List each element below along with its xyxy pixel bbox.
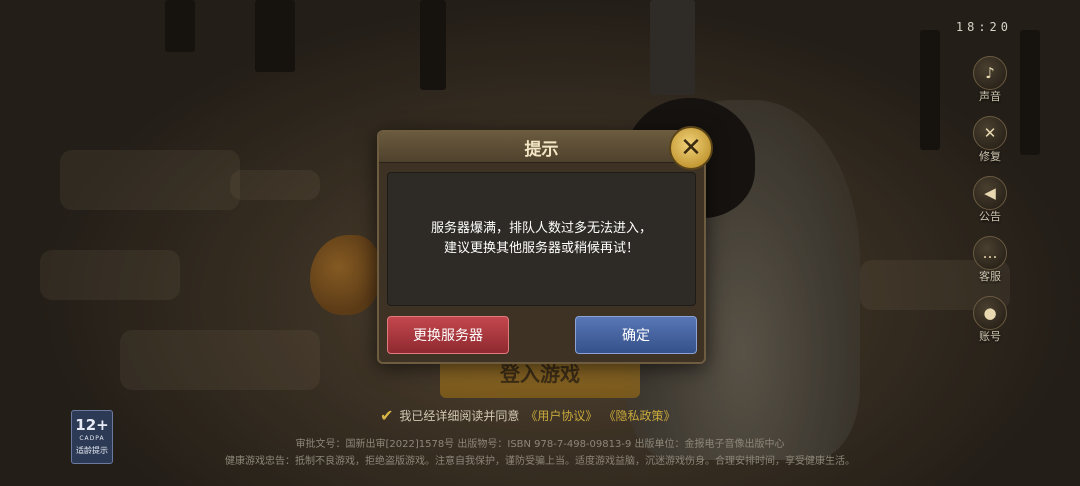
clock: 18:20 xyxy=(955,20,1012,34)
sidebar-item-label: 声音 xyxy=(979,90,1001,103)
close-icon[interactable]: ✕ xyxy=(669,126,713,170)
dialog-title: 提示 xyxy=(379,132,704,163)
user-agreement-link[interactable]: 《用户协议》 xyxy=(525,407,597,424)
agreement-checkbox[interactable]: ✔ xyxy=(380,406,393,425)
sidebar-item-label: 修复 xyxy=(979,150,1001,163)
chat-bubble-icon: … xyxy=(973,236,1007,270)
sidebar-item-repair[interactable]: ✕ 修复 xyxy=(972,116,1008,164)
sidebar-item-notice[interactable]: ◀ 公告 xyxy=(972,176,1008,224)
notice-dialog: 提示 ✕ 服务器爆满，排队人数过多无法进入， 建议更换其他服务器或稍候再试！ 更… xyxy=(377,126,713,364)
wrench-icon: ✕ xyxy=(973,116,1007,150)
age-rating-value: 12+ xyxy=(75,416,109,434)
agreement-row: ✔ 我已经详细阅读并同意 《用户协议》 《隐私政策》 xyxy=(380,406,675,425)
publication-info: 审批文号：国新出审[2022]1578号 出版物号：ISBN 978-7-498… xyxy=(295,439,785,450)
agreement-text: 我已经详细阅读并同意 xyxy=(399,409,520,423)
dialog-message: 服务器爆满，排队人数过多无法进入， 建议更换其他服务器或稍候再试！ xyxy=(387,172,696,306)
sidebar-item-label: 客服 xyxy=(979,270,1001,283)
sidebar-item-account[interactable]: ● 账号 xyxy=(972,296,1008,344)
sidebar-item-support[interactable]: … 客服 xyxy=(972,236,1008,284)
sidebar-item-sound[interactable]: ♪ 声音 xyxy=(972,56,1008,104)
dialog-message-line: 建议更换其他服务器或稍候再试！ xyxy=(443,241,639,256)
megaphone-icon: ◀ xyxy=(973,176,1007,210)
speaker-icon: ♪ xyxy=(973,56,1007,90)
sidebar-item-label: 账号 xyxy=(979,330,1001,343)
privacy-policy-link[interactable]: 《隐私政策》 xyxy=(603,407,675,424)
user-icon: ● xyxy=(973,296,1007,330)
sidebar-item-label: 公告 xyxy=(979,210,1001,223)
health-advisory: 健康游戏忠告：抵制不良游戏，拒绝盗版游戏。注意自我保护，谨防受骗上当。适度游戏益… xyxy=(225,456,855,467)
confirm-button[interactable]: 确定 xyxy=(575,316,697,354)
dialog-message-line: 服务器爆满，排队人数过多无法进入， xyxy=(430,221,652,236)
change-server-button[interactable]: 更换服务器 xyxy=(387,316,509,354)
